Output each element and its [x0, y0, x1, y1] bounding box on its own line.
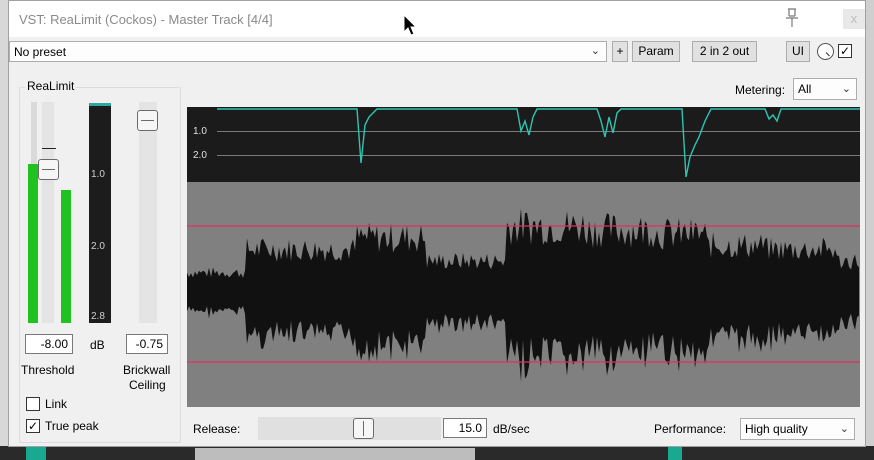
performance-label: Performance: — [654, 422, 727, 436]
gr-history-line — [217, 108, 860, 178]
gain-reduction-history: 1.0 2.0 — [187, 107, 860, 182]
host-background-right — [866, 0, 874, 460]
threshold-mark — [42, 148, 56, 149]
threshold-slider-thumb[interactable] — [38, 159, 59, 180]
wet-knob-icon[interactable] — [817, 43, 834, 60]
ceiling-slider-track[interactable] — [139, 102, 157, 323]
threshold-unit: dB — [90, 338, 105, 352]
preset-value: No preset — [14, 45, 67, 59]
input-meter-right — [61, 190, 71, 323]
release-value-field[interactable]: 15.0 — [443, 418, 487, 438]
add-preset-button[interactable]: + — [612, 41, 628, 62]
group-title: ReaLimit — [25, 79, 77, 93]
mouse-cursor-icon — [403, 14, 418, 36]
toolbar: No preset ⌄ + Param 2 in 2 out UI ✓ — [9, 39, 865, 63]
ui-button[interactable]: UI — [786, 41, 810, 62]
plugin-window: VST: ReaLimit (Cockos) - Master Track [4… — [8, 0, 866, 447]
threshold-value-field[interactable]: -8.00 — [25, 334, 73, 354]
true-peak-label: True peak — [45, 419, 99, 433]
threshold-label: Threshold — [21, 363, 75, 377]
release-slider-track[interactable] — [258, 417, 441, 440]
link-checkbox[interactable] — [26, 397, 40, 411]
close-button[interactable]: x — [843, 9, 865, 29]
io-routing-button[interactable]: 2 in 2 out — [692, 41, 757, 62]
ceiling-label-1: Brickwall — [123, 363, 171, 377]
input-meter-left — [28, 164, 38, 323]
true-peak-checkbox[interactable]: ✓ — [26, 419, 40, 433]
chevron-down-icon: ⌄ — [839, 423, 849, 435]
pin-icon[interactable] — [783, 7, 801, 29]
title-bar[interactable]: VST: ReaLimit (Cockos) - Master Track [4… — [9, 1, 865, 37]
ceiling-slider-thumb[interactable] — [137, 110, 158, 131]
gr-tick-2: 2.0 — [91, 241, 105, 252]
window-title: VST: ReaLimit (Cockos) - Master Track [4… — [19, 12, 273, 27]
bypass-checkbox[interactable]: ✓ — [838, 44, 852, 58]
threshold-slider-track[interactable] — [42, 102, 54, 323]
release-slider-thumb[interactable] — [353, 418, 374, 439]
performance-value: High quality — [745, 422, 808, 436]
waveform-graphic — [187, 208, 860, 382]
preset-dropdown[interactable]: No preset ⌄ — [9, 41, 607, 62]
chevron-down-icon: ⌄ — [841, 83, 851, 95]
chevron-down-icon: ⌄ — [590, 45, 600, 57]
metering-value: All — [798, 82, 812, 96]
metering-label: Metering: — [735, 83, 786, 97]
ceiling-value-field[interactable]: -0.75 — [126, 334, 168, 354]
metering-dropdown[interactable]: All ⌄ — [793, 78, 857, 100]
ceiling-label-2: Ceiling — [129, 378, 166, 392]
waveform-display[interactable]: 1.0 2.0 — [187, 107, 860, 407]
gr-tick-3: 2.8 — [91, 311, 105, 322]
gain-reduction-meter: 1.0 2.0 2.8 — [89, 103, 111, 323]
gr-tick-1: 1.0 — [91, 169, 105, 180]
performance-dropdown[interactable]: High quality ⌄ — [740, 418, 855, 440]
waveform-area — [187, 182, 860, 407]
release-unit: dB/sec — [493, 422, 530, 436]
release-label: Release: — [193, 422, 241, 436]
param-button[interactable]: Param — [632, 41, 680, 62]
host-background-bottom — [0, 446, 874, 460]
host-background-left — [0, 0, 8, 460]
link-label: Link — [45, 397, 68, 411]
